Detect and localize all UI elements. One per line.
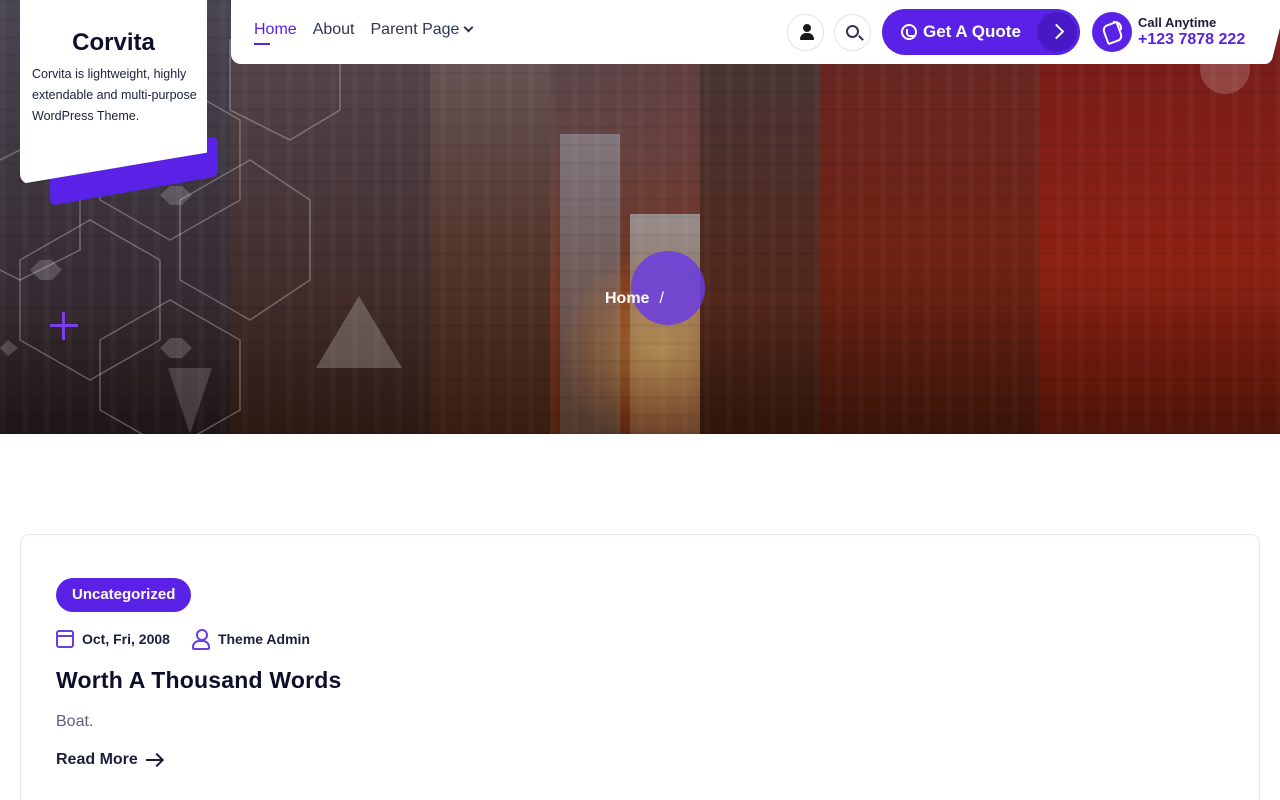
chevron-down-icon [464,22,474,33]
chevron-right-icon [1037,12,1077,52]
plus-icon [50,312,78,340]
breadcrumb: Home / [605,290,664,308]
triangle-decoration [168,368,212,434]
post-title[interactable]: Worth A Thousand Words [56,667,342,694]
search-icon [846,25,859,38]
search-button[interactable] [834,14,871,51]
user-icon [191,629,210,650]
arrow-right-icon [145,759,162,761]
get-quote-button[interactable]: Get A Quote [882,9,1080,55]
call-anytime-label: Call Anytime [1138,15,1217,30]
post-card: Uncategorized Oct, Fri, 2008 Theme Admin… [20,534,1260,800]
nav-menu: Home About Parent Page [254,21,474,45]
post-meta: Oct, Fri, 2008 Theme Admin [56,629,310,650]
nav-item-parent-page-label: Parent Page [370,21,460,38]
triangle-decoration [316,296,402,368]
site-title[interactable]: Corvita [20,29,207,57]
whatsapp-icon [901,24,917,40]
nav-item-home[interactable]: Home [254,21,297,45]
post-author-text[interactable]: Theme Admin [218,631,310,647]
site-branding: Corvita Corvita is lightweight, highly e… [20,0,218,206]
get-quote-label: Get A Quote [923,22,1021,41]
post-date: Oct, Fri, 2008 [56,630,170,648]
site-description: Corvita is lightweight, highly extendabl… [32,67,197,123]
calendar-icon [56,630,74,648]
phone-icon[interactable] [1092,12,1132,52]
breadcrumb-separator: / [659,290,664,307]
post-date-text[interactable]: Oct, Fri, 2008 [82,631,170,647]
post-excerpt: Boat. [56,713,94,730]
user-icon [800,24,814,42]
post-author: Theme Admin [191,629,310,650]
read-more-link[interactable]: Read More [56,751,162,769]
main-navbar: Home About Parent Page Get A Quote Call … [231,0,1265,64]
read-more-label: Read More [56,751,138,768]
breadcrumb-home-link[interactable]: Home [605,290,649,308]
nav-item-parent-page[interactable]: Parent Page [370,21,474,39]
nav-item-about[interactable]: About [313,21,355,39]
account-button[interactable] [787,14,824,51]
breadcrumb-circle [631,251,705,325]
phone-number-link[interactable]: +123 7878 222 [1138,31,1245,49]
category-badge[interactable]: Uncategorized [56,578,192,612]
